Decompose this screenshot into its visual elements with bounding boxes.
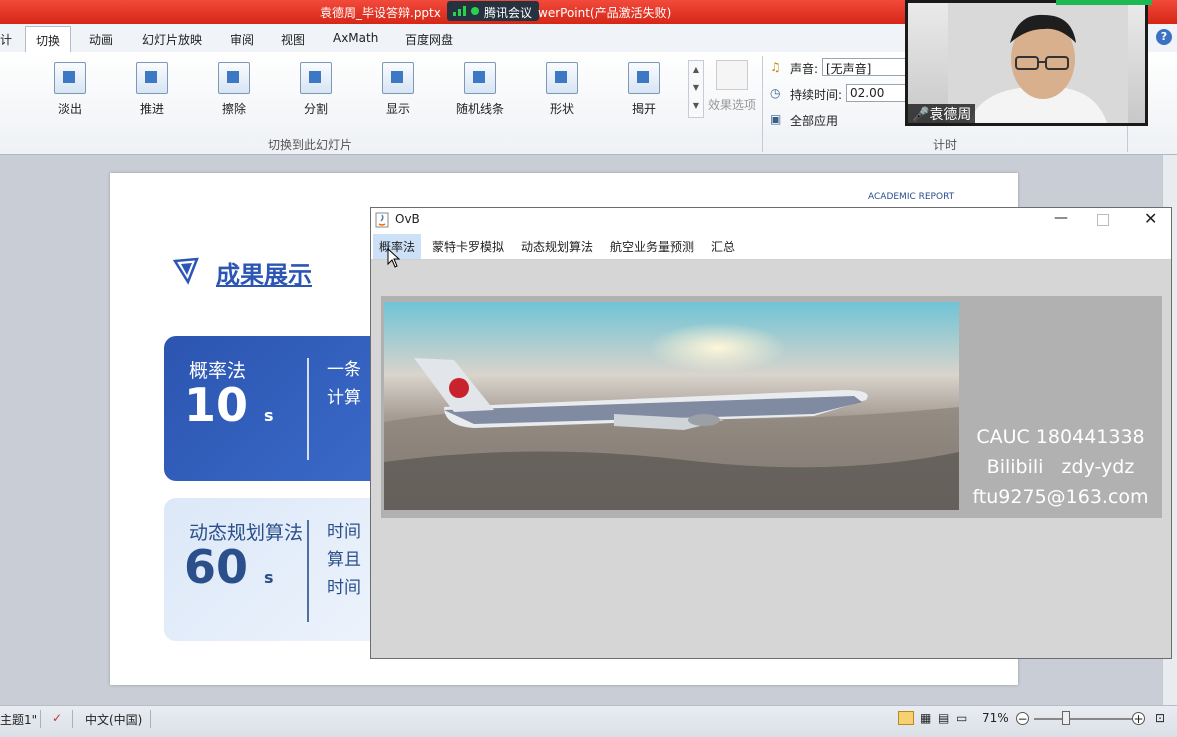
tab-baidu[interactable]: 百度网盘 [405,31,453,48]
menu-traffic-forecast[interactable]: 航空业务量预测 [610,238,694,255]
wipe-icon [218,62,250,94]
sound-select[interactable]: [无声音] [822,58,912,76]
separator [72,710,73,728]
tab-review[interactable]: 审阅 [230,31,254,48]
scroll-down-icon[interactable]: ▼ [689,79,703,97]
transition-wipe-button[interactable]: 擦除 [204,62,264,117]
card-divider [307,520,309,622]
airplane-image [384,302,959,510]
zoom-out-icon[interactable]: − [1016,712,1029,725]
random-bars-icon [464,62,496,94]
zoom-slider-thumb[interactable] [1062,711,1070,725]
push-icon [136,62,168,94]
tab-animations[interactable]: 动画 [89,31,113,48]
slide-title: 成果展示 [216,261,312,289]
meeting-label: 腾讯会议 [484,6,533,20]
mouse-cursor-icon [387,248,401,268]
reading-view-icon[interactable]: ▤ [938,711,949,725]
card-divider [307,358,309,460]
credit-line: ftu9275@163.com [972,486,1149,508]
tab-axmath[interactable]: AxMath [333,31,378,45]
tab-slideshow[interactable]: 幻灯片放映 [142,31,202,48]
apply-all-button[interactable]: 全部应用 [790,112,838,129]
card-time-value: 60 s [184,540,274,594]
card-description: 时间 算且 时间 [327,522,361,598]
transitions-group-label: 切换到此幻灯片 [268,138,353,152]
credit-line: CAUC 180441338 [976,426,1145,448]
tab-view[interactable]: 视图 [281,31,305,48]
status-bar: 主题1" ✓ 中文(中国) ▦ ▤ ▭ 71% − + ⊡ [0,705,1177,737]
status-dot-icon [471,7,479,15]
logo-icon [172,257,199,285]
slideshow-icon[interactable]: ▭ [956,711,967,725]
ovb-titlebar[interactable]: OvB — ✕ [371,208,1171,232]
ovb-menubar: 概率法 蒙特卡罗模拟 动态规划算法 航空业务量预测 汇总 [371,232,1171,260]
window-title-suffix: werPoint(产品激活失败) [538,6,672,20]
theme-name: 主题1" [0,713,38,727]
tab-transitions[interactable]: 切换 [25,26,72,53]
minimize-icon[interactable]: — [1054,210,1068,226]
ovb-title: OvB [395,212,420,226]
webcam-overlay[interactable]: 🎤袁德周 ✕ [905,0,1148,126]
language-indicator[interactable]: 中文(中国) [85,711,142,728]
maximize-icon[interactable] [1097,214,1109,226]
sound-icon: ♫ [770,60,781,74]
academic-report-label: ACADEMIC REPORT [868,192,955,202]
microphone-icon: 🎤 [912,107,930,123]
green-accent-bar [1056,0,1152,5]
duration-input[interactable]: 02.00 [846,84,912,102]
signal-icon [453,6,466,16]
fit-to-window-icon[interactable]: ⊡ [1155,711,1165,725]
close-icon[interactable]: ✕ [1144,209,1157,228]
window-title: 袁德周_毕设答辩.pptx [320,6,441,20]
split-icon [300,62,332,94]
separator [150,710,151,728]
spellcheck-icon[interactable]: ✓ [52,711,62,725]
apply-all-icon: ▣ [770,112,782,126]
more-icon[interactable]: ▼ [689,97,703,115]
menu-monte-carlo[interactable]: 蒙特卡罗模拟 [432,238,504,255]
normal-view-icon[interactable] [898,711,914,725]
duration-label: 持续时间: [790,88,843,102]
reveal-icon [382,62,414,94]
sound-label: 声音: [790,62,819,76]
fade-icon [54,62,86,94]
shape-icon [546,62,578,94]
transition-random-bars-button[interactable]: 随机线条 [450,62,510,117]
java-icon [375,212,389,228]
meeting-badge[interactable]: 腾讯会议 [447,1,539,21]
zoom-in-icon[interactable]: + [1132,712,1145,725]
menu-dynamic-programming[interactable]: 动态规划算法 [521,238,593,255]
transition-shape-button[interactable]: 形状 [532,62,592,117]
uncover-icon [628,62,660,94]
timing-group-label: 计时 [933,138,958,152]
transition-fade-button[interactable]: 淡出 [40,62,100,117]
slide-sorter-icon[interactable]: ▦ [920,711,931,725]
ovb-banner: CAUC 180441338 Bilibili zdy-ydz ftu9275@… [381,296,1162,518]
zoom-slider[interactable] [1034,718,1132,720]
effect-options-button[interactable]: 效果选项 [706,60,758,113]
separator [40,710,41,728]
transition-split-button[interactable]: 分割 [286,62,346,117]
menu-summary[interactable]: 汇总 [711,238,735,255]
credits: CAUC 180441338 Bilibili zdy-ydz ftu9275@… [969,422,1152,512]
card-description: 一条 计算 [327,360,361,408]
ovb-window: OvB — ✕ 概率法 蒙特卡罗模拟 动态规划算法 航空业务量预测 汇总 CAU… [370,207,1172,659]
help-icon[interactable]: ? [1156,29,1172,45]
credit-line: Bilibili zdy-ydz [986,456,1135,478]
group-separator [762,56,763,152]
gallery-scroll[interactable]: ▲ ▼ ▼ [688,60,704,118]
card-time-value: 10 s [184,378,274,432]
effect-options-icon [716,60,748,90]
clock-icon: ◷ [770,86,781,100]
zoom-level[interactable]: 71% [982,711,1009,725]
transition-uncover-button[interactable]: 揭开 [614,62,674,117]
participant-name-tag: 🎤袁德周 [908,104,976,123]
scroll-up-icon[interactable]: ▲ [689,61,703,79]
transition-push-button[interactable]: 推进 [122,62,182,117]
tab-design[interactable]: 计 [0,31,12,48]
timing-group: ♫ 声音: [无声音] ◷ 持续时间: 02.00 ▣ 全部应用 [770,58,920,134]
transition-reveal-button[interactable]: 显示 [368,62,428,117]
